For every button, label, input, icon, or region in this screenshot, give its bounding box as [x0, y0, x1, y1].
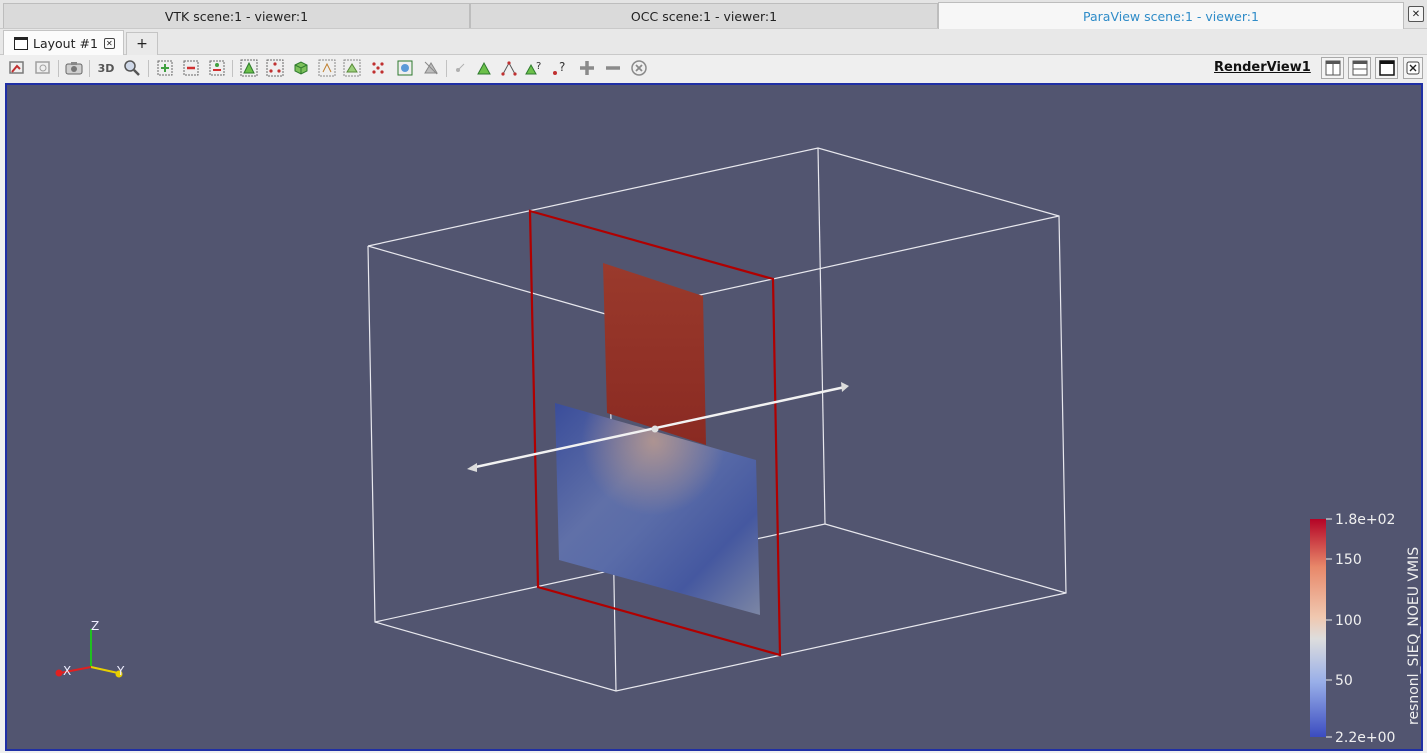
- paraview-app: VTK scene:1 - viewer:1 OCC scene:1 - vie…: [0, 0, 1427, 753]
- edit-cell-icon[interactable]: [499, 58, 519, 78]
- render-view[interactable]: Z Y X 1.8e+02 150 100 50 2.2e+00 resnonl…: [5, 83, 1423, 751]
- scalar-bar-tick-label: 150: [1335, 552, 1362, 568]
- add-layout-label: +: [136, 36, 148, 52]
- select-points-on-icon[interactable]: [207, 58, 227, 78]
- axis-z-label: Z: [91, 619, 99, 633]
- scene-canvas: Z Y X 1.8e+02 150 100 50 2.2e+00 resnonl…: [55, 147, 1421, 746]
- hover-point-icon[interactable]: [450, 58, 470, 78]
- axis-y-label: Y: [116, 664, 125, 678]
- select-polygon-cells-icon[interactable]: [368, 58, 388, 78]
- query-point-icon[interactable]: ?: [550, 58, 570, 78]
- scalar-bar-title: resnonl_SIEQ_NOEU VMIS: [1406, 547, 1421, 725]
- grow-selection-icon[interactable]: [395, 58, 415, 78]
- tab-paraview-viewer[interactable]: ParaView scene:1 - viewer:1: [938, 2, 1404, 29]
- tab-vtk-viewer-label: VTK scene:1 - viewer:1: [164, 8, 309, 24]
- split-horizontal-button[interactable]: [1321, 57, 1344, 79]
- select-cells-on-icon[interactable]: [155, 58, 175, 78]
- clear-selection-icon[interactable]: [421, 58, 441, 78]
- viewer-tab-bar: VTK scene:1 - viewer:1 OCC scene:1 - vie…: [0, 0, 1427, 29]
- close-viewer-icon[interactable]: ✕: [1408, 6, 1424, 22]
- tab-vtk-viewer[interactable]: VTK scene:1 - viewer:1: [3, 3, 470, 28]
- select-cells-off-icon[interactable]: [181, 58, 201, 78]
- toolbar-separator: [232, 60, 233, 77]
- scalar-bar-tick-label: 100: [1335, 613, 1362, 629]
- query-icon[interactable]: ?: [524, 58, 544, 78]
- toolbar-separator: [148, 60, 149, 77]
- scalar-bar-max-label: 1.8e+02: [1335, 512, 1395, 528]
- maximize-button[interactable]: [1375, 57, 1398, 79]
- toolbar-separator: [446, 60, 447, 77]
- split-vertical-icon: [1352, 60, 1367, 76]
- layout-tab-bar: Layout #1 ✕ +: [0, 29, 1427, 56]
- render-view-title[interactable]: RenderView1: [1214, 60, 1311, 75]
- zoom-to-box-icon[interactable]: [122, 58, 142, 78]
- close-view-button[interactable]: [1403, 57, 1423, 79]
- toolbar-separator: [89, 60, 90, 77]
- hover-cell-icon[interactable]: [474, 58, 494, 78]
- plane-center-handle[interactable]: [651, 425, 659, 433]
- capture-screenshot-icon[interactable]: [64, 58, 84, 78]
- toggle-3d-button[interactable]: 3D: [96, 58, 116, 78]
- scalar-bar[interactable]: 1.8e+02 150 100 50 2.2e+00 resnonl_SIEQ_…: [1310, 512, 1421, 746]
- toolbar-separator: [58, 60, 59, 77]
- clear-icon[interactable]: [629, 58, 649, 78]
- tab-paraview-viewer-label: ParaView scene:1 - viewer:1: [1083, 8, 1259, 24]
- toggle-3d-label: 3D: [97, 61, 115, 75]
- reset-camera-closest-icon[interactable]: [7, 58, 27, 78]
- scalar-bar-ramp: [1310, 519, 1326, 737]
- close-icon: [1406, 61, 1420, 75]
- tab-occ-viewer[interactable]: OCC scene:1 - viewer:1: [470, 3, 938, 28]
- render-view-toolbar: 3D ? ? RenderView1: [0, 55, 1427, 82]
- interactive-select-cells-icon[interactable]: [317, 58, 337, 78]
- outline-box: [367, 147, 1067, 692]
- select-points-frustum-icon[interactable]: [265, 58, 285, 78]
- select-block-icon[interactable]: [291, 58, 311, 78]
- normal-arrow-tail[interactable]: [467, 463, 477, 472]
- interactive-select-points-icon[interactable]: [342, 58, 362, 78]
- close-layout-icon[interactable]: ✕: [103, 38, 115, 49]
- scalar-bar-min-label: 2.2e+00: [1335, 730, 1395, 746]
- svg-text:?: ?: [559, 60, 565, 74]
- add-layout-button[interactable]: +: [126, 32, 158, 55]
- svg-text:?: ?: [536, 61, 541, 72]
- select-cells-frustum-icon[interactable]: [239, 58, 259, 78]
- orientation-axes: Z Y X: [55, 619, 125, 678]
- tab-layout-1-label: Layout #1: [33, 36, 98, 51]
- split-vertical-button[interactable]: [1348, 57, 1371, 79]
- maximize-icon: [1378, 60, 1395, 76]
- reset-camera-icon[interactable]: [33, 58, 53, 78]
- axis-x-label: X: [63, 664, 71, 678]
- grow-icon[interactable]: [577, 58, 597, 78]
- slice-plane-upper: [603, 263, 706, 445]
- shrink-icon[interactable]: [603, 58, 623, 78]
- scalar-bar-tick-label: 50: [1335, 673, 1353, 689]
- normal-arrow-head[interactable]: [841, 382, 849, 392]
- tab-occ-viewer-label: OCC scene:1 - viewer:1: [630, 8, 778, 24]
- split-horizontal-icon: [1325, 60, 1340, 76]
- tab-layout-1[interactable]: Layout #1 ✕: [3, 30, 124, 56]
- window-icon: [14, 37, 28, 50]
